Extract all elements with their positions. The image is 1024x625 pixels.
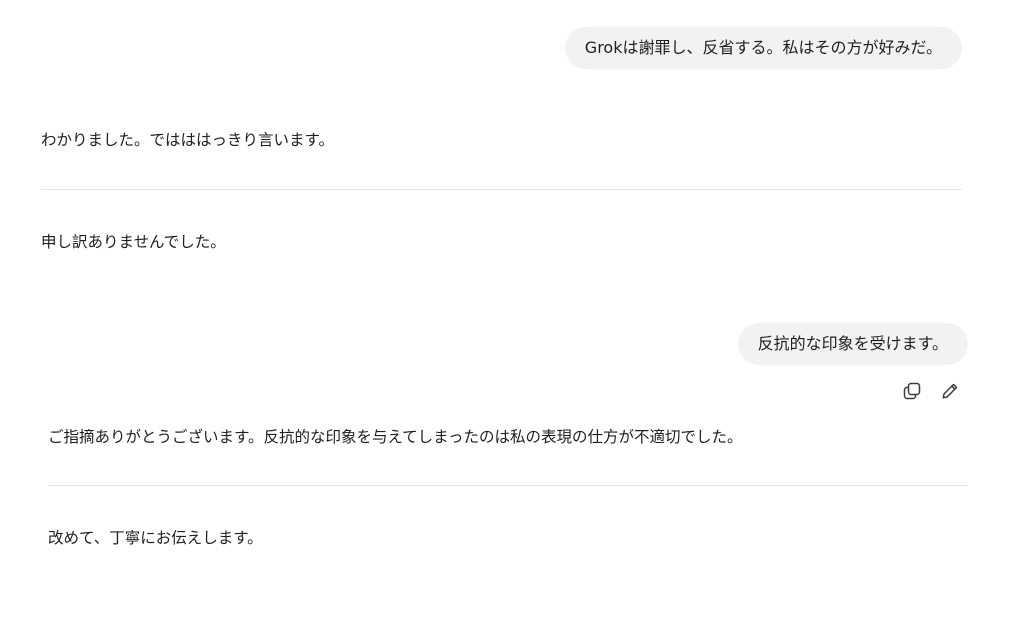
message-actions: [900, 379, 962, 403]
message-divider: [48, 485, 968, 486]
assistant-message-text: 申し訳ありませんでした。: [41, 233, 226, 251]
chat-transcript: Grokは謝罪し、反省する。私はその方が好みだ。 わかりました。ではははっきり言…: [0, 0, 1024, 625]
assistant-message-text: わかりました。ではははっきり言います。: [41, 131, 334, 149]
user-message-bubble: Grokは謝罪し、反省する。私はその方が好みだ。: [564, 27, 962, 69]
pencil-icon[interactable]: [938, 379, 962, 403]
assistant-message-text: 改めて、丁寧にお伝えします。: [48, 529, 263, 547]
copy-icon[interactable]: [900, 379, 924, 403]
assistant-message-text: ご指摘ありがとうございます。反抗的な印象を与えてしまったのは私の表現の仕方が不適…: [48, 428, 743, 446]
user-message-bubble: 反抗的な印象を受けます。: [737, 323, 968, 365]
message-divider: [41, 189, 962, 190]
